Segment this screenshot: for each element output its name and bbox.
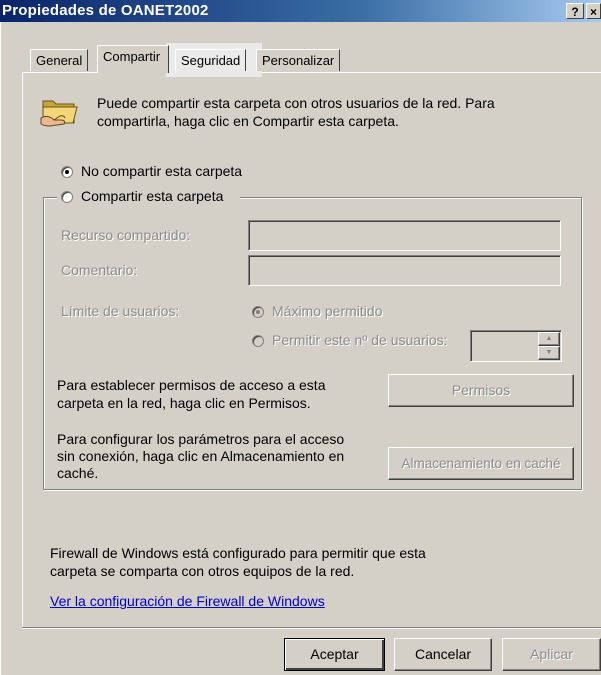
tab-personalizar[interactable]: Personalizar bbox=[256, 49, 341, 71]
cancel-button[interactable]: Cancelar bbox=[394, 638, 492, 671]
tab-compartir[interactable]: Compartir bbox=[97, 45, 169, 73]
max-allowed-radio[interactable] bbox=[252, 306, 264, 318]
bottom-separator-highlight bbox=[22, 628, 601, 629]
info-text-line1: Puede compartir esta carpeta con otros u… bbox=[97, 95, 495, 111]
firewall-settings-link[interactable]: Ver la configuración de Firewall de Wind… bbox=[50, 593, 325, 609]
caching-text-line2: sin conexión, haga clic en Almacenamient… bbox=[57, 448, 345, 464]
folder-share-icon bbox=[40, 90, 80, 130]
firewall-text-line1: Firewall de Windows está configurado par… bbox=[50, 545, 426, 561]
apply-button[interactable]: Aplicar bbox=[502, 638, 601, 671]
max-allowed-label[interactable]: Máximo permitido bbox=[272, 303, 382, 319]
help-button[interactable]: ? bbox=[566, 3, 584, 19]
permissions-text-line2: carpeta en la red, haga clic en Permisos… bbox=[57, 395, 311, 411]
permissions-text-line1: Para establecer permisos de acceso a est… bbox=[57, 377, 326, 393]
tab-general[interactable]: General bbox=[30, 49, 89, 71]
no-share-label[interactable]: No compartir esta carpeta bbox=[81, 163, 242, 179]
info-text-line2: compartirla, haga clic en Compartir esta… bbox=[97, 113, 399, 129]
no-share-radio[interactable] bbox=[61, 166, 73, 178]
share-radio[interactable] bbox=[61, 191, 73, 203]
spinner-down-button[interactable]: ▼ bbox=[538, 346, 560, 360]
caching-text-line3: caché. bbox=[57, 465, 99, 481]
window-title: Propiedades de OANET2002 bbox=[2, 2, 209, 19]
spinner-up-button[interactable]: ▲ bbox=[538, 332, 560, 346]
caching-button[interactable]: Almacenamiento en caché bbox=[388, 447, 574, 480]
share-name-input[interactable] bbox=[248, 220, 561, 251]
allow-n-users-label[interactable]: Permitir este nº de usuarios: bbox=[272, 332, 448, 348]
comment-input[interactable] bbox=[248, 255, 561, 286]
user-limit-label: Límite de usuarios: bbox=[61, 303, 180, 319]
share-name-label: Recurso compartido: bbox=[61, 227, 191, 243]
comment-label: Comentario: bbox=[61, 262, 138, 278]
ok-button[interactable]: Aceptar bbox=[284, 638, 385, 671]
caching-text-line1: Para configurar los parámetros para el a… bbox=[57, 431, 345, 447]
tab-seguridad[interactable]: Seguridad bbox=[175, 49, 247, 71]
firewall-text-line2: carpeta se comparta con otros equipos de… bbox=[50, 563, 355, 579]
close-button[interactable]: × bbox=[586, 3, 601, 19]
window-left-edge bbox=[0, 22, 1, 675]
allow-n-users-radio[interactable] bbox=[252, 335, 264, 347]
permissions-button[interactable]: Permisos bbox=[388, 374, 574, 407]
share-label[interactable]: Compartir esta carpeta bbox=[81, 188, 223, 204]
